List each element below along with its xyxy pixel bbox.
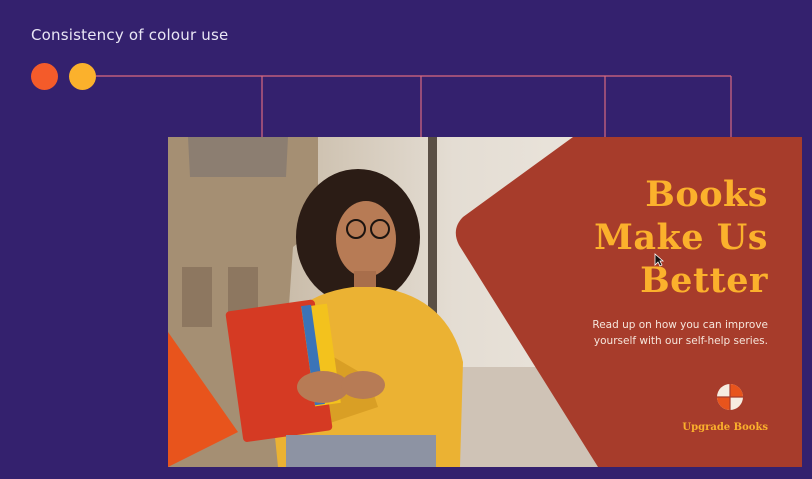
slide-subtitle-line: Read up on how you can improve <box>592 319 768 331</box>
slide-subtitle-line: yourself with our self-help series. <box>593 335 768 347</box>
slide-title-line: Books <box>645 174 768 215</box>
slide-title: Books Make Us Better <box>594 173 768 302</box>
slide-title-line: Make Us <box>594 217 768 258</box>
quartered-circle-logo-icon <box>717 384 743 410</box>
slide-subtitle: Read up on how you can improve yourself … <box>592 317 768 349</box>
brand-name: Upgrade Books <box>682 422 768 433</box>
book-ad-slide: Books Make Us Better Read up on how you … <box>168 137 802 467</box>
mouse-pointer-icon <box>654 253 664 267</box>
slide-title-line: Better <box>640 260 768 301</box>
